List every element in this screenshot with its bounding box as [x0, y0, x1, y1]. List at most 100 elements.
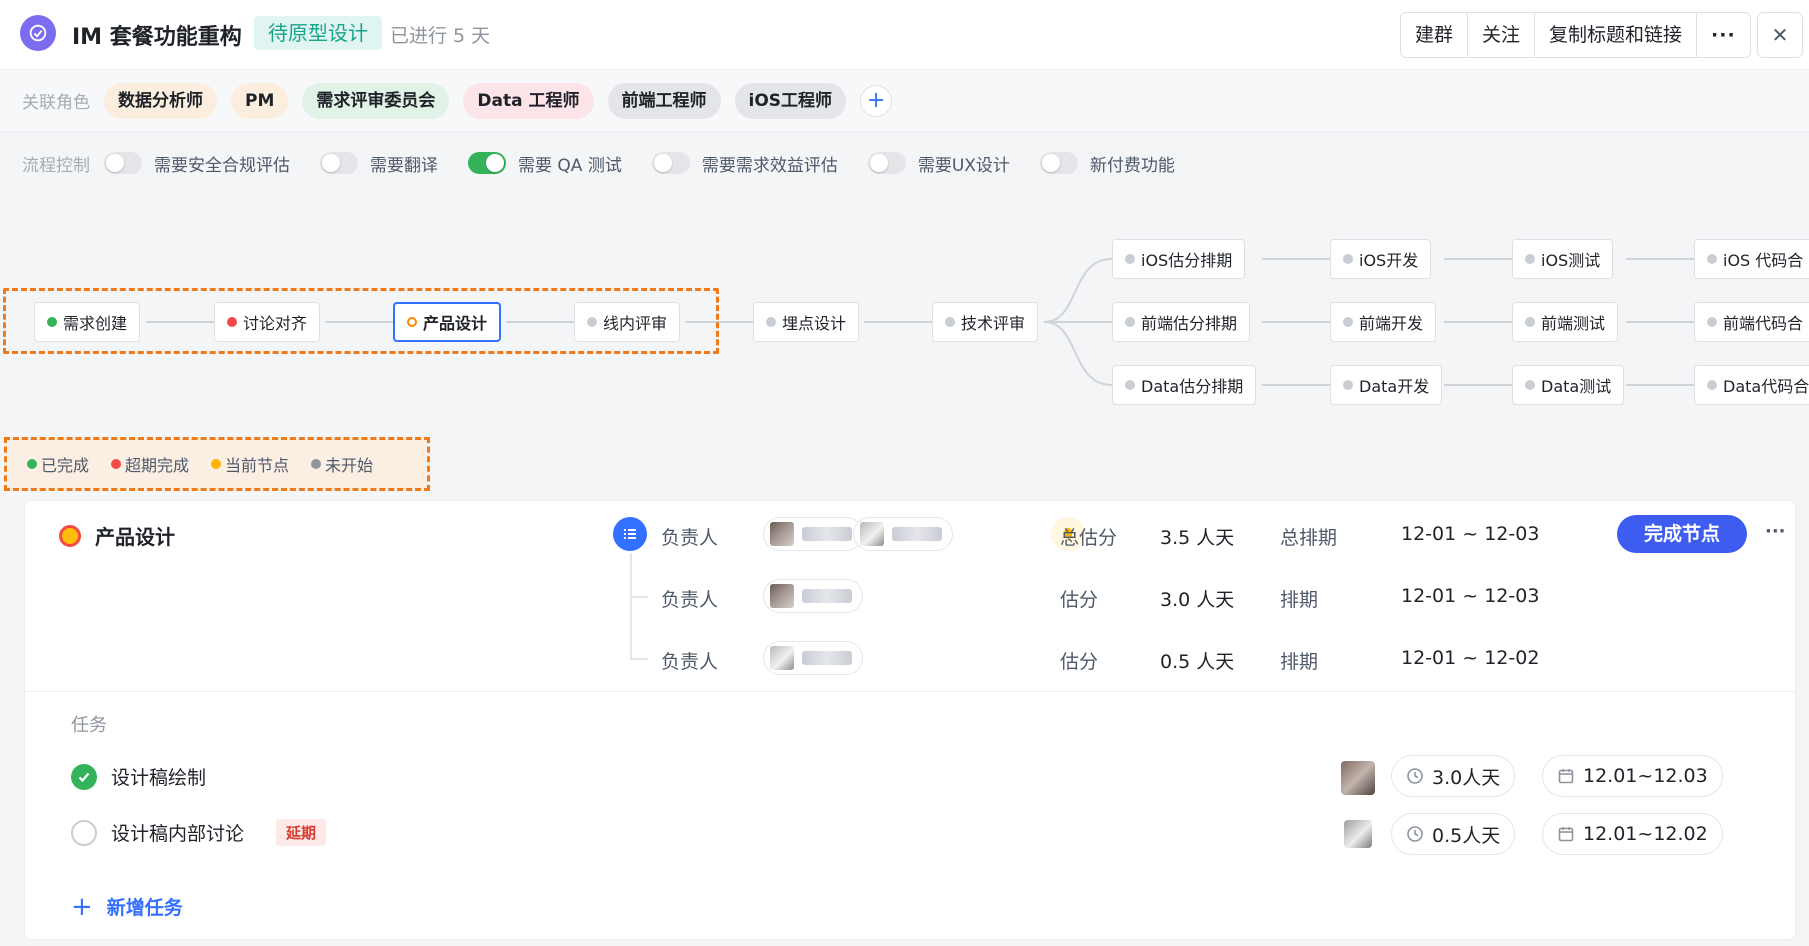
owner-label: 负责人 — [661, 589, 719, 611]
add-role-button[interactable]: + — [860, 84, 893, 117]
clock-icon — [1407, 826, 1423, 842]
complete-node-button[interactable]: 完成节点 — [1617, 515, 1747, 553]
owner-label: 负责人 — [661, 651, 719, 673]
task-item[interactable]: 设计稿绘制 — [71, 763, 206, 790]
flow-node[interactable]: iOS开发 — [1330, 239, 1432, 279]
flow-node-current[interactable]: 产品设计 — [393, 302, 502, 342]
legend-dot — [211, 459, 222, 469]
close-icon[interactable]: ✕ — [1757, 12, 1803, 58]
role-tag[interactable]: PM — [231, 82, 289, 119]
task-name: 设计稿绘制 — [111, 767, 207, 789]
flow-node[interactable]: Data开发 — [1330, 365, 1443, 405]
legend-item: 已完成 — [27, 452, 89, 476]
task-todo-checkbox[interactable] — [71, 819, 97, 846]
toggle-switch[interactable] — [320, 152, 358, 174]
flow-node[interactable]: iOS估分排期 — [1112, 239, 1246, 279]
legend-item: 超期完成 — [111, 452, 189, 476]
task-done-checkbox[interactable] — [71, 763, 97, 790]
tasks-label: 任务 — [71, 715, 107, 736]
total-estimate-label: 总估分 — [1060, 527, 1118, 549]
roles-label: 关联角色 — [22, 93, 90, 113]
flow-node-label: 技术评审 — [961, 314, 1026, 333]
role-tag[interactable]: 数据分析师 — [104, 82, 217, 119]
create-group-button[interactable]: 建群 — [1401, 13, 1469, 57]
role-tag[interactable]: 需求评审委员会 — [302, 82, 450, 119]
flow-node[interactable]: iOS测试 — [1512, 239, 1614, 279]
flow-node[interactable]: 前端代码合 — [1694, 302, 1809, 342]
task-assignee-avatar[interactable] — [1341, 761, 1375, 795]
task-name: 设计稿内部讨论 — [111, 823, 245, 845]
list-icon[interactable] — [613, 517, 647, 551]
owner-chip[interactable] — [763, 517, 863, 551]
clock-icon — [1407, 768, 1423, 784]
toggle-label: 新付费功能 — [1089, 155, 1175, 176]
flow-node-label: iOS测试 — [1541, 251, 1601, 270]
total-schedule-label: 总排期 — [1280, 527, 1338, 549]
copy-title-link-button[interactable]: 复制标题和链接 — [1535, 13, 1698, 57]
flow-node[interactable]: 需求创建 — [34, 302, 141, 342]
delay-badge: 延期 — [276, 819, 327, 846]
flow-node[interactable]: 技术评审 — [932, 302, 1039, 342]
status-dot — [47, 317, 57, 327]
flow-node[interactable]: Data估分排期 — [1112, 365, 1257, 405]
status-dot — [1525, 317, 1535, 327]
more-icon[interactable]: ··· — [1765, 521, 1786, 542]
status-dot — [1707, 254, 1717, 264]
more-icon[interactable]: ··· — [1697, 13, 1750, 57]
list-glyph-icon — [624, 529, 636, 539]
toggle-switch[interactable] — [867, 152, 906, 174]
task-estimate[interactable]: 3.0人天 — [1391, 755, 1516, 797]
estimate-value: 3.0 人天 — [1160, 589, 1235, 611]
blurred-name — [802, 651, 852, 665]
status-dot — [1125, 254, 1135, 264]
tree-connector — [630, 658, 648, 660]
flow-node[interactable]: 前端估分排期 — [1112, 302, 1251, 342]
blurred-name — [892, 527, 942, 541]
flow-node[interactable]: Data代码合 — [1694, 365, 1809, 405]
avatar — [770, 584, 794, 608]
status-dot — [1525, 254, 1535, 264]
estimate-label: 估分 — [1060, 651, 1099, 673]
task-estimate-value: 3.0人天 — [1432, 766, 1501, 789]
flow-node[interactable]: 前端开发 — [1330, 302, 1437, 342]
status-badge[interactable]: 待原型设计 — [254, 16, 382, 50]
header: IM 套餐功能重构 待原型设计 已进行 5 天 建群 关注 复制标题和链接 ··… — [0, 0, 1809, 70]
flow-node-label: 前端代码合 — [1723, 314, 1804, 333]
toggle-switch[interactable] — [651, 152, 690, 174]
tree-connector — [630, 553, 632, 659]
task-assignee-avatar[interactable] — [1344, 820, 1372, 848]
role-tag[interactable]: Data 工程师 — [463, 82, 594, 119]
add-task-button[interactable]: + 新增任务 — [71, 893, 183, 920]
role-tag[interactable]: 前端工程师 — [607, 82, 721, 119]
flow-node[interactable]: 埋点设计 — [753, 302, 860, 342]
flow-node[interactable]: 前端测试 — [1512, 302, 1619, 342]
legend-dot — [311, 459, 322, 469]
owner-chip[interactable] — [853, 517, 953, 551]
toggle-switch[interactable] — [468, 152, 506, 174]
task-estimate[interactable]: 0.5人天 — [1391, 813, 1516, 855]
flow-node[interactable]: Data测试 — [1512, 365, 1625, 405]
check-icon — [78, 772, 90, 782]
task-dates[interactable]: 12.01~12.03 — [1542, 755, 1723, 797]
task-item[interactable]: 设计稿内部讨论 延期 — [71, 819, 327, 846]
task-dates-value: 12.01~12.03 — [1583, 765, 1708, 787]
toggle-switch[interactable] — [1039, 152, 1078, 174]
flow-node-label: iOS开发 — [1359, 251, 1419, 270]
elapsed-days: 已进行 5 天 — [390, 25, 491, 47]
flow-node[interactable]: iOS 代码合 — [1694, 239, 1809, 279]
node-title: 产品设计 — [59, 521, 175, 550]
toggle-label: 需要 QA 测试 — [518, 155, 622, 176]
flow-node-label: 产品设计 — [423, 314, 488, 333]
flow-node[interactable]: 讨论对齐 — [214, 302, 321, 342]
role-tag[interactable]: iOS工程师 — [734, 82, 847, 119]
flow-node[interactable]: 线内评审 — [574, 302, 681, 342]
owner-chip[interactable] — [763, 579, 863, 613]
status-dot — [766, 317, 776, 327]
schedule-value: 12-01 ~ 12-02 — [1401, 647, 1540, 669]
owner-chip[interactable] — [763, 641, 863, 675]
task-dates[interactable]: 12.01~12.02 — [1542, 813, 1723, 855]
follow-button[interactable]: 关注 — [1468, 13, 1536, 57]
divider — [25, 691, 1797, 692]
toggle-switch[interactable] — [104, 152, 142, 174]
status-dot — [1343, 317, 1353, 327]
